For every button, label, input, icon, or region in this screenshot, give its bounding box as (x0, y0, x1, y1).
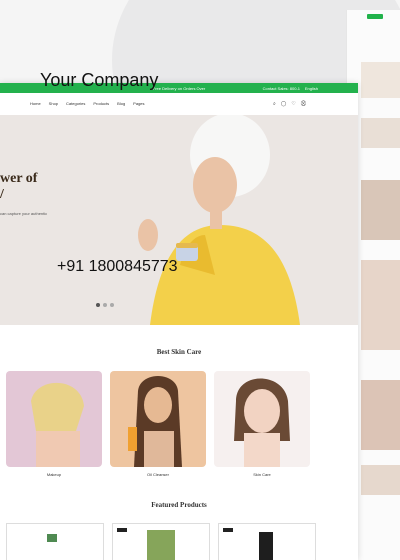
category-card[interactable]: Oil Cleanser (110, 371, 206, 477)
website-mockup: Free Delivery on Orders Over Contact Sal… (0, 83, 358, 560)
language-selector[interactable]: English (305, 86, 318, 91)
preview-image (361, 62, 400, 98)
preview-image (361, 380, 400, 450)
product-badge (223, 528, 233, 532)
product-card[interactable] (112, 523, 210, 560)
hero-title-line2: / (0, 187, 4, 202)
hero-banner: wer of / can capture your authentic (0, 115, 358, 325)
category-label: Oil Cleanser (146, 472, 169, 477)
category-label: Skin Care (253, 472, 271, 477)
category-image (214, 371, 310, 467)
product-card[interactable] (6, 523, 104, 560)
preview-image (361, 180, 400, 240)
main-nav: Home Shop Categories Products Blog Pages… (0, 93, 358, 116)
preview-image (361, 260, 400, 350)
carousel-dot[interactable] (110, 303, 114, 307)
preview-image (361, 465, 400, 495)
category-label: Makeup (46, 472, 62, 477)
category-image (110, 371, 206, 467)
product-card[interactable] (218, 523, 316, 560)
hero-subtitle: can capture your authentic (0, 211, 48, 216)
nav-item-pages[interactable]: Pages (133, 101, 144, 106)
nav-item-shop[interactable]: Shop (49, 101, 58, 106)
preview-image (361, 118, 400, 148)
nav-item-categories[interactable]: Categories (66, 101, 85, 106)
category-card[interactable]: Makeup (6, 371, 102, 477)
cart-icon[interactable]: ⛒ (301, 101, 306, 107)
heart-icon[interactable]: ♡ (291, 101, 295, 107)
category-card[interactable]: Skin Care (214, 371, 310, 477)
nav-item-products[interactable]: Products (93, 101, 109, 106)
product-image (47, 534, 57, 542)
carousel-dots[interactable] (96, 303, 114, 307)
product-badge (117, 528, 127, 532)
category-list: Makeup Oil Cleanser Skin Care (6, 371, 310, 477)
product-image (259, 532, 273, 560)
nav-item-home[interactable]: Home (30, 101, 41, 106)
preview-button (367, 14, 383, 19)
company-name: Your Company (40, 70, 159, 90)
hero-model-image (138, 115, 300, 325)
search-icon[interactable]: ⌕ (273, 101, 276, 107)
product-image (147, 530, 175, 560)
hero-title: wer of (0, 171, 38, 186)
carousel-dot[interactable] (103, 303, 107, 307)
user-icon[interactable]: ◯ (281, 101, 287, 107)
product-list (6, 523, 316, 560)
carousel-dot[interactable] (96, 303, 100, 307)
nav-item-blog[interactable]: Blog (117, 101, 125, 106)
topbar-contact[interactable]: Contact Sales: 800-1 (263, 86, 300, 91)
featured-products-title: Featured Products (151, 501, 207, 509)
best-skin-care-title: Best Skin Care (156, 348, 202, 356)
category-image (6, 371, 102, 467)
phone-number: +91 1800845773 (57, 258, 178, 275)
